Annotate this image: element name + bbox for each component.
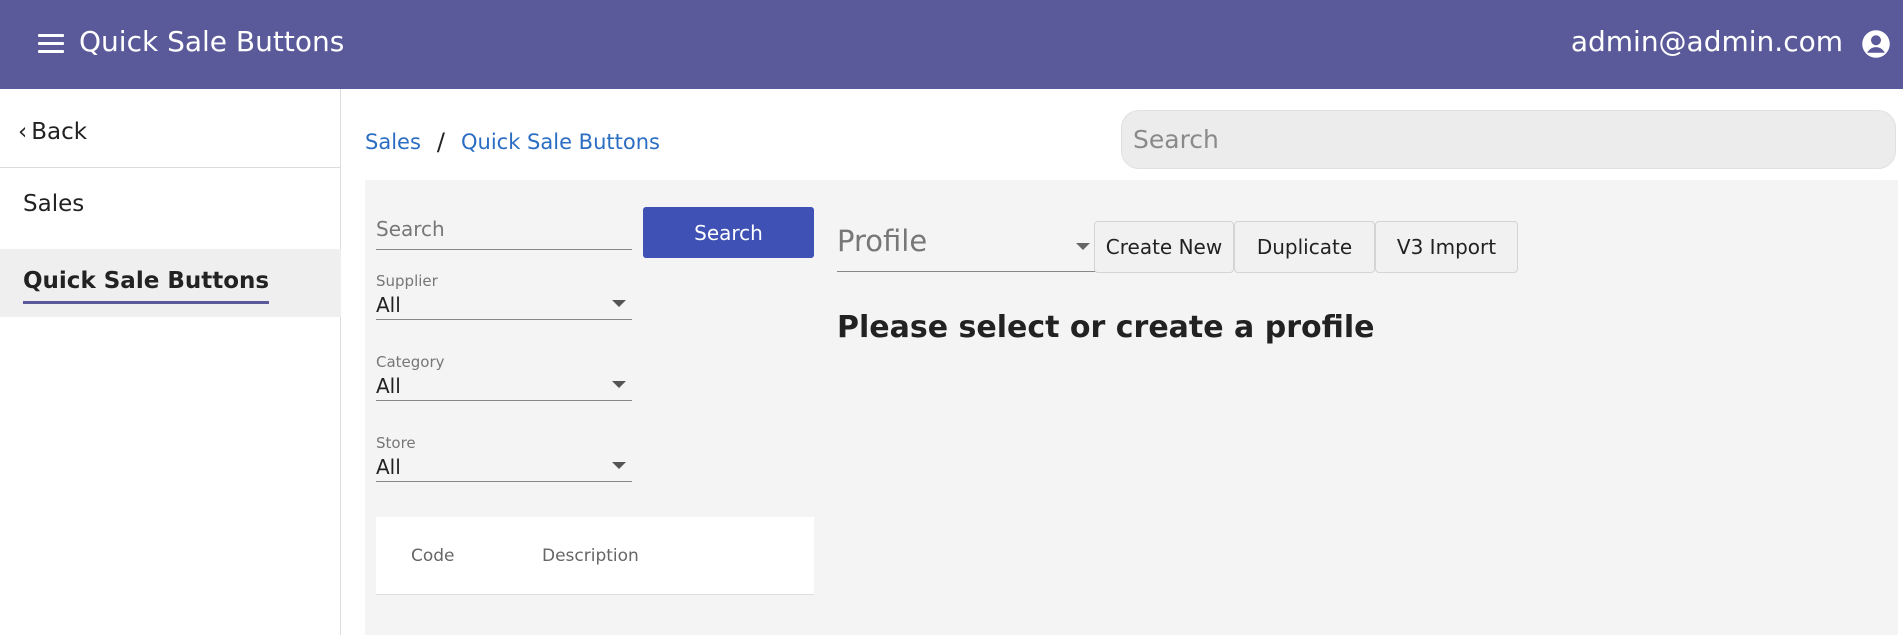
breadcrumb-current-link[interactable]: Quick Sale Buttons	[461, 130, 660, 154]
product-search-input[interactable]	[376, 208, 632, 249]
v3-import-button[interactable]: V3 Import	[1375, 221, 1518, 273]
menu-line	[38, 42, 64, 45]
breadcrumb-separator: /	[436, 128, 445, 156]
category-value: All	[376, 374, 401, 398]
product-search-field	[376, 208, 632, 250]
table-header-description[interactable]: Description	[542, 546, 639, 566]
store-select[interactable]: Store All	[376, 434, 632, 482]
global-search-container	[1121, 110, 1896, 169]
chevron-left-icon: ‹	[18, 119, 28, 145]
menu-line	[38, 50, 64, 53]
dropdown-arrow-icon	[612, 381, 626, 388]
dropdown-arrow-icon	[1076, 243, 1090, 250]
supplier-value: All	[376, 293, 401, 317]
search-button[interactable]: Search	[643, 207, 814, 258]
page-title: Quick Sale Buttons	[79, 25, 345, 58]
top-app-bar: Quick Sale Buttons admin@admin.com	[0, 0, 1903, 89]
category-label: Category	[376, 353, 445, 371]
table-header-code[interactable]: Code	[411, 546, 455, 566]
user-email[interactable]: admin@admin.com	[1571, 25, 1843, 58]
supplier-label: Supplier	[376, 272, 438, 290]
breadcrumb-sales-link[interactable]: Sales	[365, 130, 421, 154]
main-panel: Search Supplier All Category All Store A…	[365, 180, 1898, 635]
sidebar-divider	[0, 167, 341, 168]
sidebar-item-sales[interactable]: Sales	[0, 170, 341, 238]
account-circle-icon[interactable]	[1861, 29, 1891, 59]
profile-placeholder: Profile	[837, 224, 928, 258]
product-table: Code Description	[376, 517, 814, 595]
dropdown-arrow-icon	[612, 462, 626, 469]
back-button[interactable]: ‹ Back	[18, 119, 87, 145]
back-label: Back	[31, 119, 88, 145]
create-new-button[interactable]: Create New	[1094, 221, 1234, 273]
menu-line	[38, 34, 64, 37]
store-value: All	[376, 455, 401, 479]
sidebar-item-quick-sale-buttons[interactable]: Quick Sale Buttons	[0, 249, 341, 317]
breadcrumb: Sales / Quick Sale Buttons	[365, 128, 660, 156]
profile-select[interactable]: Profile	[837, 220, 1095, 272]
sidebar-item-label: Sales	[23, 191, 85, 217]
sidebar: ‹ Back Sales Quick Sale Buttons	[0, 89, 341, 635]
sidebar-item-label: Quick Sale Buttons	[23, 268, 270, 304]
duplicate-button[interactable]: Duplicate	[1234, 221, 1375, 273]
menu-icon[interactable]	[38, 34, 64, 54]
category-select[interactable]: Category All	[376, 353, 632, 401]
global-search-input[interactable]	[1122, 111, 1895, 168]
empty-state-message: Please select or create a profile	[837, 310, 1375, 345]
dropdown-arrow-icon	[612, 300, 626, 307]
supplier-select[interactable]: Supplier All	[376, 272, 632, 320]
store-label: Store	[376, 434, 416, 452]
